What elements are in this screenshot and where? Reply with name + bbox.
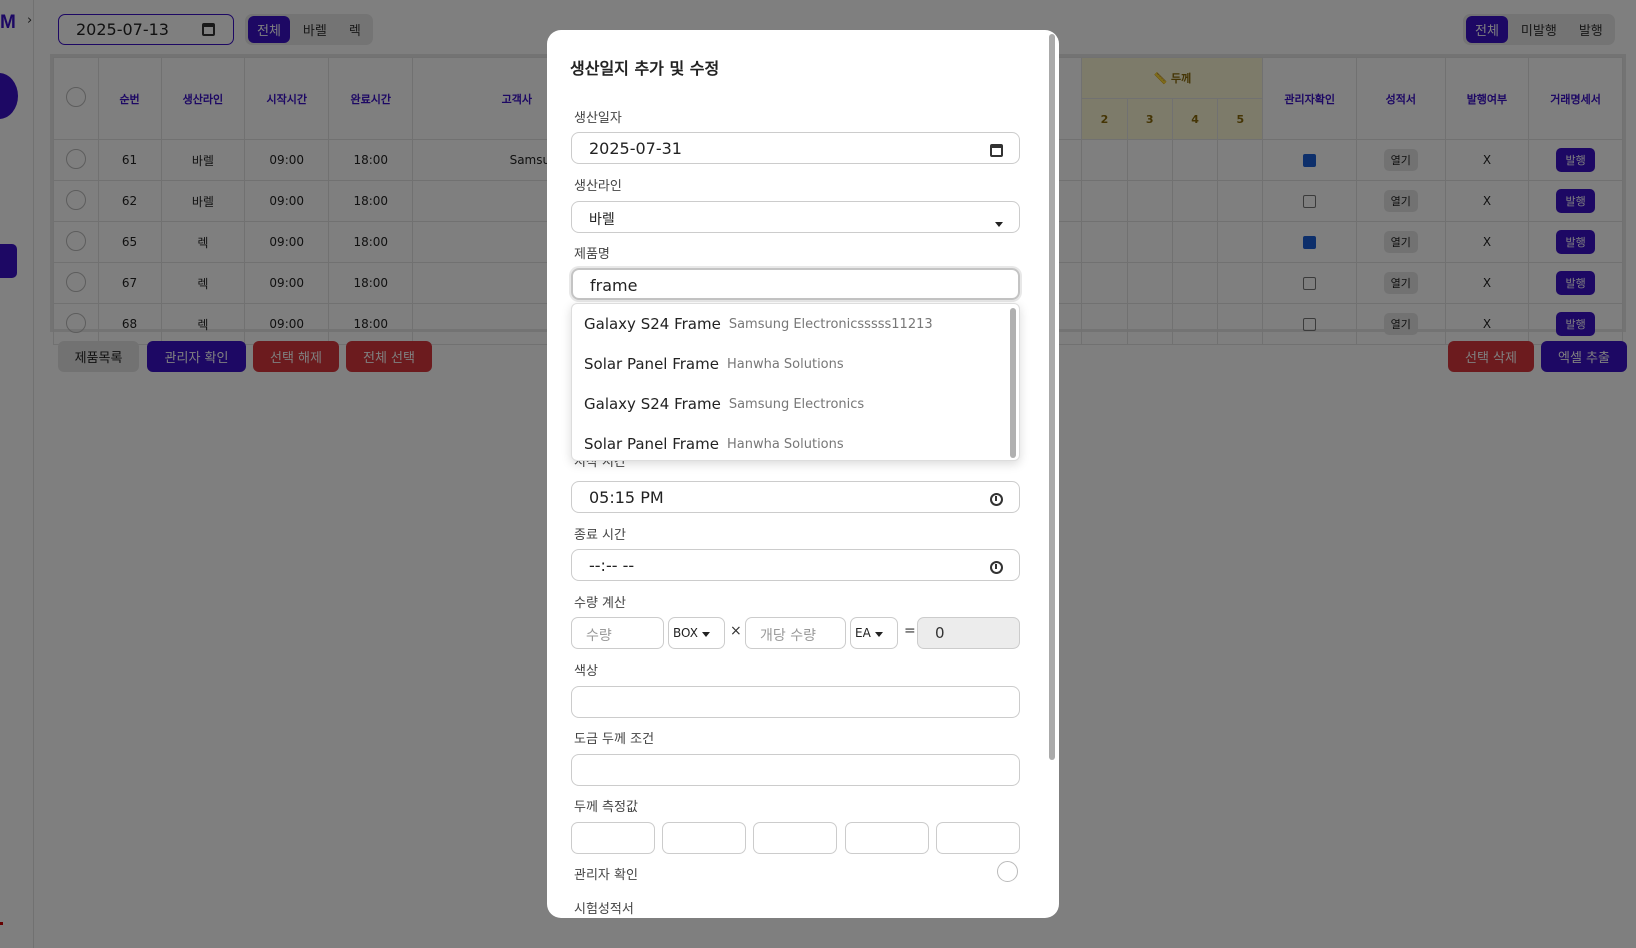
unit-box-value: BOX bbox=[673, 626, 698, 640]
calendar-icon[interactable] bbox=[990, 142, 1003, 161]
production-log-modal: 생산일지 추가 및 수정 생산일자 2025-07-31 생산라인 바렐 제품명… bbox=[547, 30, 1059, 918]
product-search-input[interactable]: frame bbox=[571, 268, 1020, 300]
thickness-input-1[interactable] bbox=[571, 822, 655, 854]
equals-sign: = bbox=[904, 623, 916, 639]
plating-label: 도금 두께 조건 bbox=[574, 732, 655, 747]
admin-label: 관리자 확인 bbox=[574, 868, 638, 883]
per-unit-qty-input[interactable]: 개당 수량 bbox=[745, 617, 846, 649]
line-label: 생산라인 bbox=[574, 179, 622, 194]
report-label: 시험성적서 bbox=[574, 902, 634, 917]
qty-result: 0 bbox=[917, 617, 1020, 649]
suggestion-name: Galaxy S24 Frame bbox=[584, 315, 721, 333]
times-sign: × bbox=[730, 623, 742, 639]
suggestion-company: Hanwha Solutions bbox=[726, 356, 844, 372]
chevron-down-icon bbox=[995, 215, 1003, 231]
suggestion-company: Samsung Electronics bbox=[728, 396, 865, 412]
thickness-input-5[interactable] bbox=[936, 822, 1020, 854]
thickness-label: 두께 측정값 bbox=[574, 800, 638, 815]
suggestion-name: Solar Panel Frame bbox=[584, 355, 719, 373]
suggestion-item[interactable]: Solar Panel Frame Hanwha Solutions bbox=[584, 344, 1004, 384]
chevron-down-icon bbox=[874, 632, 883, 637]
suggestion-name: Galaxy S24 Frame bbox=[584, 395, 721, 413]
unit-ea-value: EA bbox=[855, 626, 871, 640]
product-label: 제품명 bbox=[574, 247, 610, 262]
modal-scrollbar[interactable] bbox=[1049, 34, 1055, 760]
product-suggestions: Galaxy S24 Frame Samsung Electronicsssss… bbox=[571, 303, 1020, 461]
clock-icon[interactable] bbox=[990, 491, 1003, 510]
plating-thickness-input[interactable] bbox=[571, 754, 1020, 786]
color-input[interactable] bbox=[571, 686, 1020, 718]
qty-input[interactable]: 수량 bbox=[571, 617, 664, 649]
suggestion-name: Solar Panel Frame bbox=[584, 435, 719, 453]
thickness-input-4[interactable] bbox=[845, 822, 929, 854]
unit-ea-select[interactable]: EA bbox=[850, 617, 898, 649]
date-label: 생산일자 bbox=[574, 111, 622, 126]
modal-title: 생산일지 추가 및 수정 bbox=[570, 59, 720, 78]
suggestion-company: Samsung Electronicsssss11213 bbox=[728, 316, 933, 332]
chevron-down-icon bbox=[701, 632, 710, 637]
clock-icon[interactable] bbox=[990, 559, 1003, 578]
start-time-input[interactable]: 05:15 PM bbox=[571, 481, 1020, 513]
product-search-value: frame bbox=[590, 276, 638, 295]
start-time-value: 05:15 PM bbox=[589, 488, 664, 507]
line-select-value: 바렐 bbox=[589, 212, 615, 228]
color-label: 색상 bbox=[574, 664, 598, 679]
end-time-value: --:-- -- bbox=[589, 556, 635, 575]
thickness-input-2[interactable] bbox=[662, 822, 746, 854]
unit-box-select[interactable]: BOX bbox=[668, 617, 725, 649]
production-date-input[interactable]: 2025-07-31 bbox=[571, 132, 1020, 164]
suggestion-item[interactable]: Solar Panel Frame Hanwha Solutions bbox=[584, 424, 1004, 460]
suggestion-company: Hanwha Solutions bbox=[726, 436, 844, 452]
suggestions-scrollbar[interactable] bbox=[1010, 308, 1016, 458]
suggestion-item[interactable]: Galaxy S24 Frame Samsung Electronicsssss… bbox=[584, 304, 1004, 344]
admin-confirm-toggle[interactable] bbox=[997, 861, 1018, 882]
qty-label: 수량 계산 bbox=[574, 596, 626, 611]
suggestion-item[interactable]: Galaxy S24 Frame Samsung Electronics bbox=[584, 384, 1004, 424]
thickness-input-3[interactable] bbox=[753, 822, 837, 854]
end-label: 종료 시간 bbox=[574, 528, 626, 543]
end-time-input[interactable]: --:-- -- bbox=[571, 549, 1020, 581]
line-select[interactable]: 바렐 bbox=[571, 201, 1020, 233]
production-date-value: 2025-07-31 bbox=[589, 139, 682, 158]
